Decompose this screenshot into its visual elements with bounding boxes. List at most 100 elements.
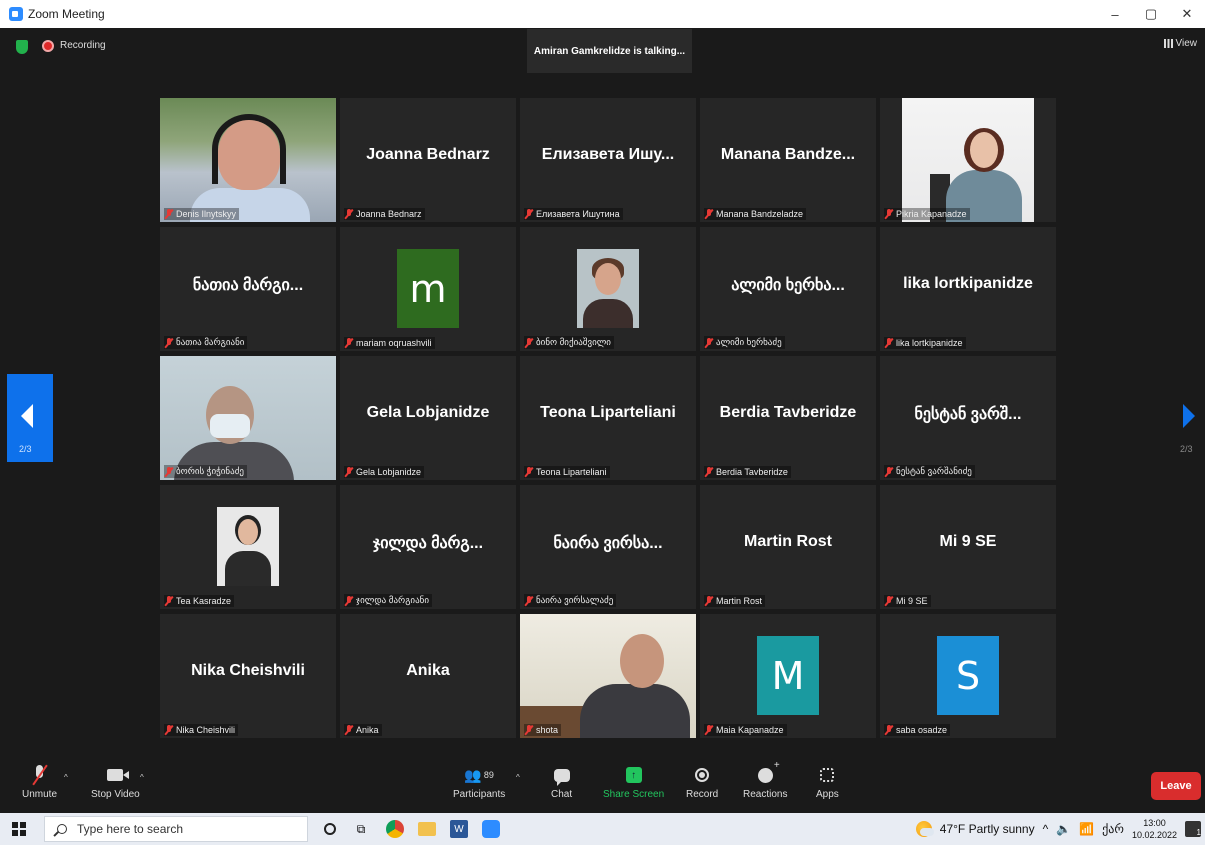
task-view-icon[interactable]: ⧉ [350,818,372,840]
leave-button[interactable]: Leave [1151,772,1201,800]
clock[interactable]: 13:00 10.02.2022 [1132,817,1177,841]
chat-icon [553,768,570,786]
meeting-toolbar: Unmute ^ Stop Video ^ 👥 89 Participants ^… [0,755,1205,811]
file-explorer-icon[interactable] [418,822,436,836]
participants-options-caret-icon[interactable]: ^ [516,773,520,782]
participant-name-label: ნათია მარგიანი [164,336,248,349]
participant-tile[interactable]: M Maia Kapanadze [700,614,876,738]
participant-tile[interactable]: Anika Anika [340,614,516,738]
view-button[interactable]: View [1163,38,1197,49]
participant-name-label: Denis Ilnytskyy [164,208,240,220]
close-button[interactable]: ✕ [1169,0,1205,28]
participant-name-label: mariam oqruashvili [344,337,435,349]
participant-tile[interactable]: ნაირა ვირსა... ნაირა ვირსალაძე [520,485,696,609]
record-button[interactable]: Record [686,761,718,800]
search-placeholder: Type here to search [77,822,184,836]
participant-tile[interactable]: ბორის ჭიჭინაძე [160,356,336,480]
minimize-button[interactable]: – [1097,0,1133,28]
weather-text[interactable]: 47°F Partly sunny [940,822,1035,836]
participant-tile[interactable]: m mariam oqruashvili [340,227,516,351]
participant-tile[interactable]: ბინო მიქიაშვილი [520,227,696,351]
security-shield-icon[interactable] [16,40,28,54]
zoom-taskbar-icon[interactable] [482,820,500,838]
record-icon [695,768,710,782]
apps-button[interactable]: Apps [816,761,839,800]
participant-tile[interactable]: Pikria Kapanadze [880,98,1056,222]
participant-tile[interactable]: Teona Liparteliani Teona Liparteliani [520,356,696,480]
participant-tile[interactable]: lika lortkipanidze lika lortkipanidze [880,227,1056,351]
notifications-icon[interactable]: 1 [1185,821,1201,837]
participant-tile[interactable]: shota [520,614,696,738]
participant-display-name: Teona Liparteliani [540,404,676,421]
maximize-button[interactable]: ▢ [1133,0,1169,28]
participant-name: Berdia Tavberidze [716,467,788,477]
profile-photo [577,249,639,328]
apps-label: Apps [816,789,839,800]
participant-name: Nika Cheishvili [176,725,236,735]
unmute-button[interactable]: Unmute [22,761,57,800]
participant-display-name: Joanna Bednarz [366,146,490,163]
volume-icon[interactable]: 🔈 [1056,822,1071,836]
participant-name: ბორის ჭიჭინაძე [176,466,244,476]
participant-tile[interactable]: ნესტან ვარშ... ნესტან ვარშანიძე [880,356,1056,480]
video-options-caret-icon[interactable]: ^ [140,773,144,782]
next-page-button[interactable]: 2/3 [1178,400,1200,460]
muted-mic-icon [165,466,173,477]
participant-tile[interactable]: Gela Lobjanidze Gela Lobjanidze [340,356,516,480]
participants-count: 89 [483,770,494,780]
muted-mic-icon [345,467,353,477]
chrome-icon[interactable] [386,820,404,838]
notification-count: 1 [1196,828,1201,837]
participant-tile[interactable]: Tea Kasradze [160,485,336,609]
share-screen-label: Share Screen [603,789,665,800]
network-icon[interactable]: 📶 [1079,822,1094,836]
participant-gallery: Denis Ilnytskyy Joanna Bednarz Joanna Bedn… [160,98,1058,740]
participant-tile[interactable]: Manana Bandze... Manana Bandzeladze [700,98,876,222]
participant-display-name: lika lortkipanidze [903,275,1033,292]
muted-mic-icon [885,725,893,735]
participant-tile[interactable]: ალიმი ხერხა... ალიმი ხერხაძე [700,227,876,351]
participant-name-label: ნაირა ვირსალაძე [524,594,617,607]
muted-mic-icon [165,337,173,348]
participant-tile[interactable]: Nika Cheishvili Nika Cheishvili [160,614,336,738]
participants-label: Participants [453,789,506,800]
participant-name-label: saba osadze [884,724,951,736]
participant-tile[interactable]: ნათია მარგი... ნათია მარგიანი [160,227,336,351]
participant-tile[interactable]: Ssaba osadze [880,614,1056,738]
participant-tile[interactable]: Mi 9 SE Mi 9 SE [880,485,1056,609]
cortana-icon[interactable] [324,823,336,835]
participant-name-label: lika lortkipanidze [884,337,966,349]
chat-button[interactable]: Chat [551,761,572,800]
participant-display-name: ალიმი ხერხა... [731,277,845,294]
participant-name: ნესტან ვარშანიძე [896,466,972,476]
participant-tile[interactable]: Joanna Bednarz Joanna Bednarz [340,98,516,222]
participant-tile[interactable]: ჯილდა მარგ... ჯილდა მარგიანი [340,485,516,609]
windows-taskbar: Type here to search ⧉ W 47°F Partly sunn… [0,813,1205,845]
participant-tile[interactable]: Елизавета Ишу... Елизавета Ишутина [520,98,696,222]
taskbar-search-input[interactable]: Type here to search [44,816,308,842]
participant-tile[interactable]: Martin Rost Martin Rost [700,485,876,609]
participant-name-label: Manana Bandzeladze [704,208,807,220]
stop-video-button[interactable]: Stop Video [91,761,140,800]
participant-name-label: ალიმი ხერხაძე [704,336,785,349]
word-icon[interactable]: W [450,820,468,838]
clock-date: 10.02.2022 [1131,830,1177,840]
language-indicator[interactable]: ქარ [1102,822,1124,836]
participant-tile[interactable]: Denis Ilnytskyy [160,98,336,222]
windows-start-icon[interactable] [12,822,26,836]
reactions-button[interactable]: Reactions [743,760,787,801]
participant-name: Mi 9 SE [896,596,928,606]
muted-mic-icon [885,596,893,606]
muted-mic-icon [345,209,353,219]
zoom-window: Zoom Meeting – ▢ ✕ Recording Amiran Gamk… [0,0,1205,845]
muted-mic-icon [525,725,533,735]
previous-page-button[interactable]: 2/3 [7,374,53,462]
participants-button[interactable]: 👥 89 Participants [453,761,506,801]
zoom-app-icon [9,7,23,21]
audio-options-caret-icon[interactable]: ^ [64,773,68,782]
participant-name-label: ბინო მიქიაშვილი [524,336,614,349]
share-screen-button[interactable]: ↑ Share Screen [603,761,664,800]
muted-mic-icon [705,209,713,219]
tray-overflow-icon[interactable]: ^ [1043,822,1049,836]
participant-tile[interactable]: Berdia Tavberidze Berdia Tavberidze [700,356,876,480]
